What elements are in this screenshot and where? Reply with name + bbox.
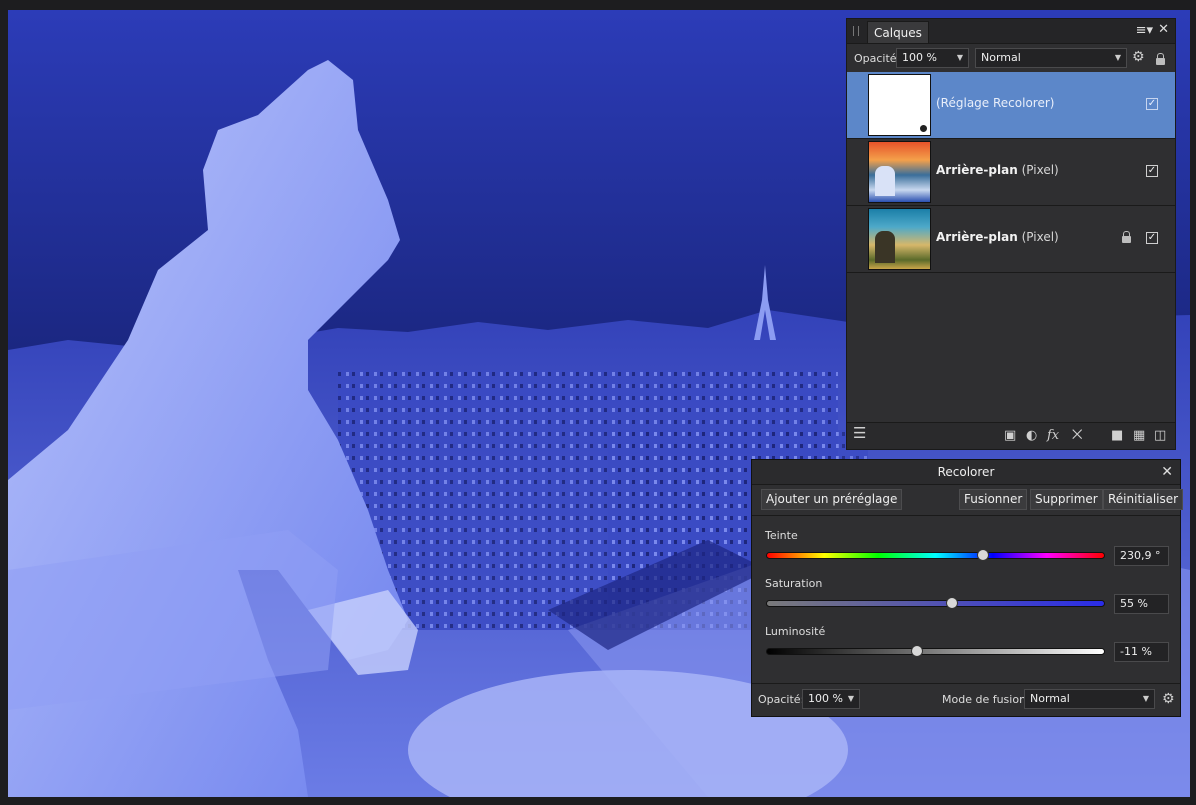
- reset-button[interactable]: Réinitialiser: [1103, 489, 1184, 510]
- lock-icon[interactable]: [1122, 231, 1131, 243]
- luminosity-value-field[interactable]: -11 %: [1114, 642, 1169, 662]
- trash-icon[interactable]: ◫: [1154, 429, 1166, 442]
- layers-options-bar: Opacité: 100 % ▼ Normal ▼ ⚙: [847, 44, 1175, 73]
- layers-bottom-toolbar: ☰ ▣ ◐ fx ⨉ ■ ▦ ◫: [847, 422, 1175, 449]
- layer-name-text: Arrière-plan: [936, 163, 1018, 177]
- layer-row-background-2[interactable]: Arrière-plan (Pixel) ✓: [847, 206, 1175, 273]
- layer-visibility-checkbox[interactable]: ✓: [1146, 165, 1158, 177]
- layer-visibility-checkbox[interactable]: ✓: [1146, 98, 1158, 110]
- thumbnail-figure: [875, 166, 895, 196]
- opacity-label: Opacité:: [758, 693, 805, 706]
- layer-row-background-1[interactable]: Arrière-plan (Pixel) ✓: [847, 139, 1175, 206]
- layer-thumbnail: [868, 74, 931, 136]
- luminosity-slider-handle[interactable]: [910, 645, 923, 657]
- merge-button[interactable]: Fusionner: [959, 489, 1028, 510]
- blend-mode-value: Normal: [981, 51, 1021, 64]
- layers-panel: Calques ≡▾ ✕ Opacité: 100 % ▼ Normal ▼ ⚙…: [846, 18, 1176, 450]
- fx-icon[interactable]: fx: [1047, 429, 1059, 442]
- blend-mode-value: Normal: [1030, 692, 1070, 705]
- saturation-slider[interactable]: [766, 600, 1105, 607]
- delete-button[interactable]: Supprimer: [1030, 489, 1103, 510]
- lock-icon[interactable]: [1156, 53, 1165, 65]
- luminosity-slider[interactable]: [766, 648, 1105, 655]
- blend-mode-label: Mode de fusion:: [942, 693, 1030, 706]
- opacity-select[interactable]: 100 % ▼: [896, 48, 969, 68]
- panel-menu-icon[interactable]: ≡▾: [1136, 23, 1153, 38]
- opacity-value: 100 %: [808, 692, 843, 705]
- panel-grip-icon[interactable]: [853, 26, 859, 36]
- layer-name: (Réglage Recolorer): [936, 96, 1054, 110]
- recolor-title: Recolorer: [937, 465, 995, 479]
- opacity-select[interactable]: 100 % ▼: [802, 689, 860, 709]
- blend-mode-select[interactable]: Normal ▼: [1024, 689, 1155, 709]
- close-icon[interactable]: ✕: [1161, 460, 1173, 484]
- hue-label: Teinte: [765, 529, 798, 542]
- adjustment-icon[interactable]: ◐: [1026, 429, 1037, 442]
- chevron-down-icon: ▼: [1142, 694, 1149, 703]
- close-icon[interactable]: ✕: [1158, 22, 1169, 37]
- layer-name: Arrière-plan (Pixel): [936, 230, 1059, 244]
- layer-thumbnail: [868, 208, 931, 270]
- layer-row-recolor-adjustment[interactable]: (Réglage Recolorer) ✓: [847, 72, 1175, 139]
- gear-icon[interactable]: ⚙: [1132, 49, 1145, 65]
- mask-icon[interactable]: ▣: [1004, 429, 1016, 442]
- saturation-label: Saturation: [765, 577, 823, 590]
- gear-icon[interactable]: ⚙: [1162, 691, 1175, 707]
- folder-icon[interactable]: ■: [1111, 429, 1123, 442]
- recolor-panel: Recolorer ✕ Ajouter un préréglage Fusion…: [751, 459, 1184, 717]
- chevron-down-icon: ▼: [1114, 53, 1121, 62]
- opacity-value: 100 %: [902, 51, 937, 64]
- hue-slider[interactable]: [766, 552, 1105, 559]
- recolor-button-bar: Ajouter un préréglage Fusionner Supprime…: [752, 485, 1184, 516]
- layer-type-text: (Pixel): [1021, 230, 1059, 244]
- layer-thumbnail: [868, 141, 931, 203]
- layer-name: Arrière-plan (Pixel): [936, 163, 1059, 177]
- saturation-value-field[interactable]: 55 %: [1114, 594, 1169, 614]
- add-preset-button[interactable]: Ajouter un préréglage: [761, 489, 903, 510]
- recolor-footer: Opacité: 100 % ▼ Mode de fusion: Normal …: [752, 683, 1180, 716]
- layers-stack-icon[interactable]: ☰: [853, 426, 866, 441]
- tab-calques[interactable]: Calques: [867, 21, 929, 43]
- chevron-down-icon: ▼: [956, 53, 963, 62]
- opacity-label: Opacité:: [854, 52, 901, 65]
- blend-mode-select[interactable]: Normal ▼: [975, 48, 1127, 68]
- layer-name-text: Arrière-plan: [936, 230, 1018, 244]
- luminosity-label: Luminosité: [765, 625, 826, 638]
- checkerboard-icon[interactable]: ▦: [1133, 429, 1145, 442]
- recolor-title-bar[interactable]: Recolorer ✕: [752, 460, 1180, 485]
- chevron-down-icon: ▼: [847, 694, 854, 703]
- hue-value-field[interactable]: 230,9 °: [1114, 546, 1169, 566]
- layers-panel-tabbar: Calques ≡▾ ✕: [847, 19, 1175, 44]
- adjustment-icon: [919, 124, 928, 133]
- layer-visibility-checkbox[interactable]: ✓: [1146, 232, 1158, 244]
- saturation-slider-handle[interactable]: [946, 597, 959, 609]
- hourglass-icon[interactable]: ⨉: [1072, 429, 1082, 442]
- thumbnail-figure: [875, 231, 895, 263]
- layer-type-text: (Pixel): [1021, 163, 1059, 177]
- hue-slider-handle[interactable]: [976, 549, 989, 561]
- layer-name-text: (Réglage Recolorer): [936, 96, 1055, 110]
